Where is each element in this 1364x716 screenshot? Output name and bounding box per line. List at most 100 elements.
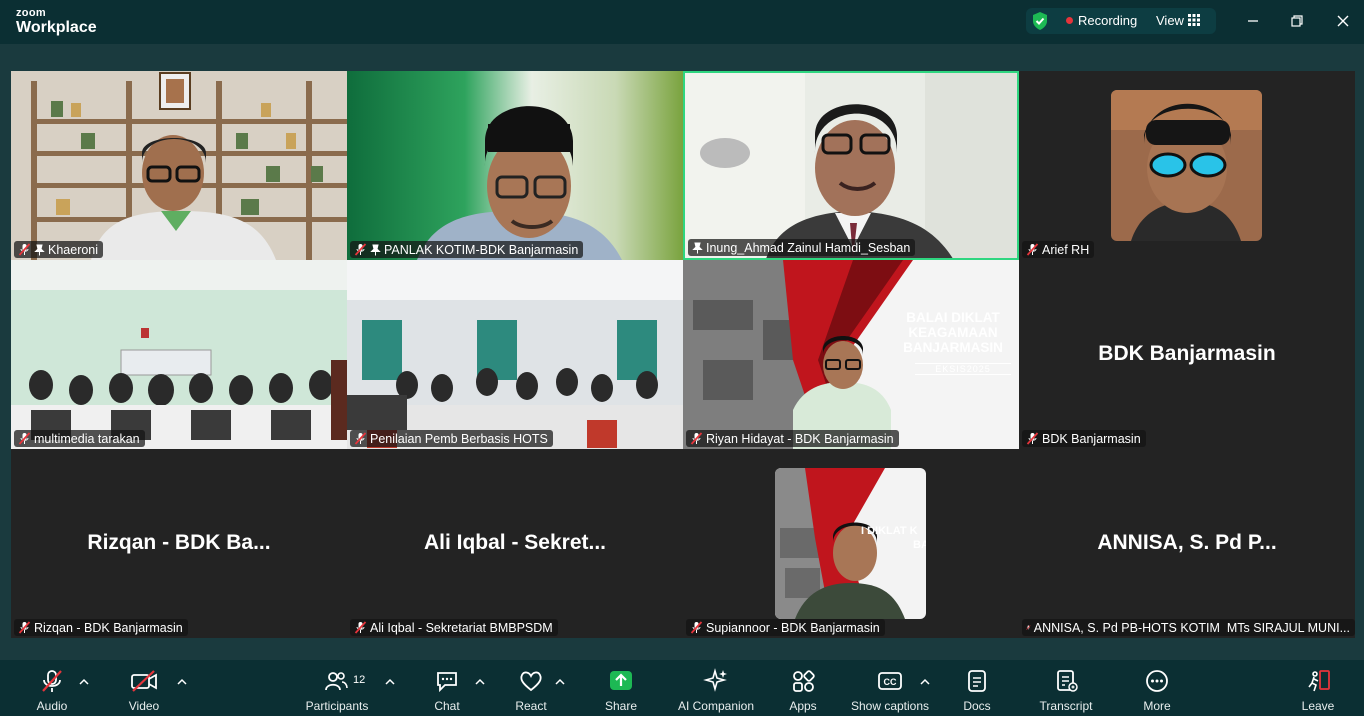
heart-icon bbox=[520, 671, 542, 692]
participant-name: Arief RH bbox=[1042, 242, 1090, 257]
name-tag: Ali Iqbal - Sekretariat BMBPSDM bbox=[350, 619, 558, 636]
mic-muted-icon bbox=[1026, 625, 1031, 630]
view-button[interactable]: View bbox=[1156, 13, 1184, 28]
pin-icon bbox=[370, 244, 381, 255]
slide-title: BALAI DIKLAT KEAGAMAAN BANJARMASIN bbox=[891, 310, 1015, 355]
apps-icon bbox=[793, 670, 815, 692]
pin-icon bbox=[34, 244, 45, 255]
name-tag: Supiannoor - BDK Banjarmasin bbox=[686, 619, 885, 636]
participant-tile[interactable]: ANNISA, S. Pd P... ANNISA, S. Pd PB-HOTS… bbox=[1019, 449, 1355, 638]
participant-name: BDK Banjarmasin bbox=[1042, 431, 1141, 446]
participant-name: Ali Iqbal - Sekretariat BMBPSDM bbox=[370, 620, 553, 635]
participant-name: ANNISA, S. Pd PB-HOTS KOTIM MTs SIRAJUL … bbox=[1033, 620, 1350, 635]
name-tag: Riyan Hidayat - BDK Banjarmasin bbox=[686, 430, 899, 447]
minimize-icon[interactable] bbox=[1242, 10, 1264, 32]
slide-title-line: BA bbox=[913, 539, 926, 551]
shield-check-icon[interactable] bbox=[1031, 11, 1049, 31]
recording-dot-icon bbox=[1066, 17, 1073, 24]
ai-companion-label: AI Companion bbox=[677, 699, 755, 713]
chevron-up-icon[interactable] bbox=[555, 678, 565, 686]
leave-door-icon bbox=[1308, 670, 1330, 692]
participant-tile[interactable]: Rizqan - BDK Ba... Rizqan - BDK Banjarma… bbox=[11, 449, 347, 638]
share-label: Share bbox=[604, 699, 638, 713]
name-tag: PANLAK KOTIM-BDK Banjarmasin bbox=[350, 241, 584, 258]
chevron-up-icon[interactable] bbox=[79, 678, 89, 686]
chevron-up-icon[interactable] bbox=[385, 678, 395, 686]
restore-icon[interactable] bbox=[1286, 10, 1308, 32]
recording-label[interactable]: Recording bbox=[1078, 13, 1137, 28]
participants-count: 12 bbox=[353, 674, 366, 686]
participants-icon bbox=[325, 672, 348, 691]
slide-title-line: BANJARMASIN bbox=[903, 340, 1003, 355]
video-off-icon bbox=[131, 670, 157, 692]
transcript-icon bbox=[1057, 670, 1078, 692]
chevron-up-icon[interactable] bbox=[920, 678, 930, 686]
chevron-up-icon[interactable] bbox=[475, 678, 485, 686]
show-captions-button[interactable]: CC Show captions bbox=[850, 668, 930, 716]
chevron-up-icon[interactable] bbox=[177, 678, 187, 686]
chat-label: Chat bbox=[434, 699, 460, 713]
leave-button[interactable]: Leave bbox=[1294, 668, 1342, 716]
grid-view-icon[interactable] bbox=[1188, 14, 1200, 26]
mic-muted-icon bbox=[690, 621, 703, 634]
video-gallery: Khaeroni PANLAK KOTIM-BDK Banjarmasin In… bbox=[11, 71, 1355, 638]
mic-muted-icon bbox=[18, 243, 31, 256]
participant-tile[interactable]: Arief RH bbox=[1019, 71, 1355, 260]
mic-muted-icon bbox=[1026, 243, 1039, 256]
close-icon[interactable] bbox=[1332, 10, 1354, 32]
apps-label: Apps bbox=[789, 699, 817, 713]
chat-button[interactable]: Chat bbox=[423, 668, 471, 716]
participant-display-name: Ali Iqbal - Sekret... bbox=[423, 531, 607, 554]
more-label: More bbox=[1143, 699, 1171, 713]
participant-name: Penilaian Pemb Berbasis HOTS bbox=[370, 431, 548, 446]
participant-tile[interactable]: Penilaian Pemb Berbasis HOTS bbox=[347, 260, 683, 449]
name-tag: BDK Banjarmasin bbox=[1022, 430, 1146, 447]
audio-label: Audio bbox=[36, 699, 68, 713]
apps-button[interactable]: Apps bbox=[779, 668, 827, 716]
closed-captions-icon: CC bbox=[878, 672, 902, 690]
participant-display-name: Rizqan - BDK Ba... bbox=[87, 531, 271, 554]
video-feed bbox=[11, 71, 347, 260]
participant-tile-active-speaker[interactable]: Inung_Ahmad Zainul Hamdi_Sesban bbox=[683, 71, 1019, 260]
transcript-label: Transcript bbox=[1039, 699, 1093, 713]
audio-button[interactable]: Audio bbox=[28, 668, 76, 716]
slide-title-line: I DIKLAT K bbox=[861, 525, 918, 537]
react-button[interactable]: React bbox=[507, 668, 555, 716]
participant-tile[interactable]: Khaeroni bbox=[11, 71, 347, 260]
name-tag: Inung_Ahmad Zainul Hamdi_Sesban bbox=[688, 239, 916, 256]
sparkle-icon bbox=[703, 668, 727, 692]
document-icon bbox=[968, 670, 986, 692]
participant-name: Supiannoor - BDK Banjarmasin bbox=[706, 620, 880, 635]
meeting-toolbar: Audio Video Participants 12 Chat React S… bbox=[0, 660, 1364, 716]
participant-display-name: BDK Banjarmasin bbox=[1098, 342, 1276, 365]
participant-tile[interactable]: BALAI DIKLAT KEAGAMAAN BANJARMASIN EKSIS… bbox=[683, 260, 1019, 449]
video-button[interactable]: Video bbox=[120, 668, 168, 716]
participant-name: Khaeroni bbox=[48, 242, 99, 257]
video-feed bbox=[347, 71, 683, 260]
video-label: Video bbox=[128, 699, 160, 713]
participant-tile[interactable]: BDK Banjarmasin BDK Banjarmasin bbox=[1019, 260, 1355, 449]
name-tag: Penilaian Pemb Berbasis HOTS bbox=[350, 430, 553, 447]
participant-tile[interactable]: PANLAK KOTIM-BDK Banjarmasin bbox=[347, 71, 683, 260]
docs-button[interactable]: Docs bbox=[953, 668, 1001, 716]
leave-label: Leave bbox=[1301, 699, 1335, 713]
video-feed bbox=[347, 260, 683, 449]
microphone-muted-icon bbox=[42, 670, 62, 692]
chat-icon bbox=[437, 672, 457, 693]
mic-muted-icon bbox=[354, 621, 367, 634]
transcript-button[interactable]: Transcript bbox=[1036, 668, 1096, 716]
captions-label: Show captions bbox=[850, 699, 930, 713]
title-bar: zoom Workplace Recording View bbox=[0, 0, 1364, 44]
video-feed bbox=[11, 260, 347, 449]
more-button[interactable]: More bbox=[1133, 668, 1181, 716]
share-button[interactable]: Share bbox=[597, 668, 645, 716]
participant-tile[interactable]: I DIKLAT K BA Supiannoor - BDK Banjarmas… bbox=[683, 449, 1019, 638]
react-label: React bbox=[515, 699, 547, 713]
more-options-icon bbox=[1146, 670, 1168, 692]
name-tag: Arief RH bbox=[1022, 241, 1095, 258]
slide-title-line: BALAI DIKLAT bbox=[906, 310, 1000, 325]
participant-tile[interactable]: Ali Iqbal - Sekret... Ali Iqbal - Sekret… bbox=[347, 449, 683, 638]
participant-name: multimedia tarakan bbox=[34, 431, 140, 446]
participant-tile[interactable]: multimedia tarakan bbox=[11, 260, 347, 449]
ai-companion-button[interactable]: AI Companion bbox=[674, 668, 758, 716]
